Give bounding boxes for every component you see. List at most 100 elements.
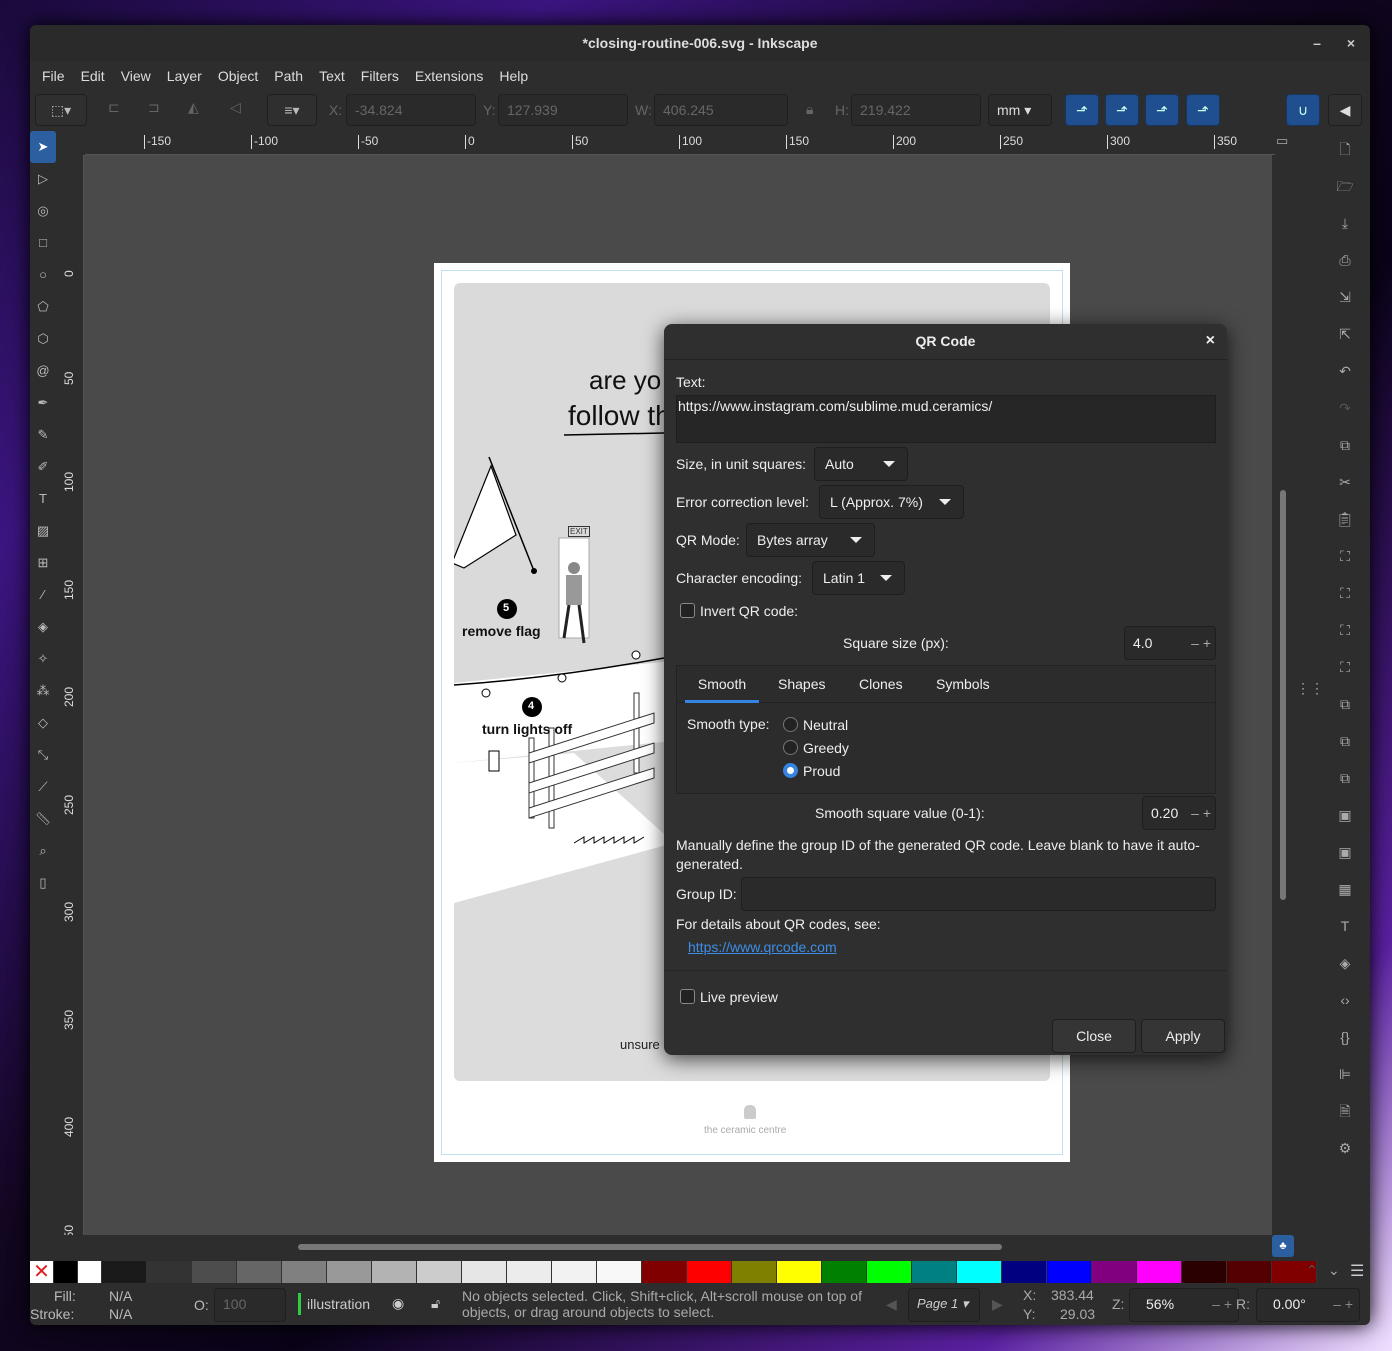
- qr-text-input[interactable]: https://www.instagram.com/sublime.mud.ce…: [676, 395, 1216, 443]
- lock-ratio-icon[interactable]: 🔒︎: [806, 101, 813, 118]
- color-swatch[interactable]: [417, 1261, 462, 1283]
- flip-horizontal-icon[interactable]: ◭: [188, 99, 199, 116]
- height-input[interactable]: 219.422: [851, 94, 981, 126]
- star-tool-icon[interactable]: ⬠: [30, 291, 56, 323]
- color-swatch[interactable]: [687, 1261, 732, 1283]
- ellipse-tool-icon[interactable]: ○: [30, 259, 56, 291]
- mesh-tool-icon[interactable]: ⊞: [30, 547, 56, 579]
- horizontal-ruler[interactable]: -150 -100 -50 0 50 100 150 200 250 300 350: [85, 131, 1275, 155]
- pen-tool-icon[interactable]: ✒: [30, 387, 56, 419]
- text-font-icon[interactable]: T: [1320, 908, 1370, 945]
- palette-scroll-down-icon[interactable]: ⌄: [1328, 1262, 1340, 1279]
- close-window-button[interactable]: ×: [1336, 25, 1366, 61]
- scale-stroke-button[interactable]: ⬏: [1065, 94, 1099, 126]
- color-swatch[interactable]: [372, 1261, 417, 1283]
- zoom-drawing-icon[interactable]: ⛶: [1320, 575, 1370, 612]
- zoom-tool-icon[interactable]: ⌕: [30, 835, 56, 867]
- paint-bucket-icon[interactable]: ◈: [30, 611, 56, 643]
- calligraphy-tool-icon[interactable]: ✐: [30, 451, 56, 483]
- size-dropdown[interactable]: Auto: [814, 447, 908, 481]
- y-input[interactable]: 127.939: [498, 94, 628, 126]
- zoom-selection-icon[interactable]: ⛶: [1320, 538, 1370, 575]
- select-mode-dropdown[interactable]: ⬚▾: [35, 94, 87, 126]
- text-tool-icon[interactable]: T: [30, 483, 56, 515]
- connector-tool-icon[interactable]: ⤡: [30, 739, 56, 771]
- color-swatch[interactable]: [282, 1261, 327, 1283]
- dropper-tool-icon[interactable]: ⁄: [30, 579, 56, 611]
- qrcode-link[interactable]: https://www.qrcode.com: [688, 939, 837, 955]
- fill-stroke-icon[interactable]: ▦: [1320, 871, 1370, 908]
- cut-icon[interactable]: ✂: [1320, 464, 1370, 501]
- palette-scroll-up-icon[interactable]: ⌃: [1306, 1262, 1318, 1279]
- gradient-tool-icon[interactable]: ▨: [30, 515, 56, 547]
- dialog-close-icon[interactable]: ×: [1206, 324, 1215, 358]
- color-swatch[interactable]: [327, 1261, 372, 1283]
- rotation-input[interactable]: 0.00° – +: [1256, 1288, 1360, 1322]
- align-distribute-icon[interactable]: ⊫: [1320, 1056, 1370, 1093]
- layer-visibility-icon[interactable]: ◉: [392, 1295, 404, 1312]
- tab-clones[interactable]: Clones: [859, 666, 903, 702]
- square-size-spinner[interactable]: 4.0– +: [1124, 626, 1216, 660]
- document-properties-icon[interactable]: 🗎︎: [1320, 1093, 1370, 1130]
- measure-tool-icon[interactable]: 📏︎: [30, 803, 56, 835]
- width-input[interactable]: 406.245: [654, 94, 788, 126]
- color-swatch[interactable]: [732, 1261, 777, 1283]
- 3d-box-tool-icon[interactable]: ⬡: [30, 323, 56, 355]
- color-swatch[interactable]: [1227, 1261, 1272, 1283]
- color-swatch[interactable]: [597, 1261, 642, 1283]
- display-mode-icon[interactable]: ▭: [1276, 133, 1288, 149]
- lpe-tool-icon[interactable]: ⟋: [30, 771, 56, 803]
- pages-tool-icon[interactable]: ▯: [30, 867, 56, 899]
- xml-editor-icon[interactable]: ‹›: [1320, 982, 1370, 1019]
- minimize-button[interactable]: –: [1302, 25, 1332, 61]
- color-swatch[interactable]: [642, 1261, 687, 1283]
- x-input[interactable]: -34.824: [346, 94, 476, 126]
- export-icon[interactable]: ⇱: [1320, 316, 1370, 353]
- color-swatch[interactable]: [78, 1261, 102, 1283]
- layer-lock-icon[interactable]: 🔓︎: [431, 1295, 440, 1312]
- encoding-dropdown[interactable]: Latin 1: [812, 561, 905, 595]
- palette-menu-icon[interactable]: ☰: [1350, 1261, 1364, 1281]
- color-swatch[interactable]: [102, 1261, 147, 1283]
- color-swatch[interactable]: [552, 1261, 597, 1283]
- zoom-page-icon[interactable]: ⛶: [1320, 612, 1370, 649]
- import-icon[interactable]: ⇲: [1320, 279, 1370, 316]
- color-swatch[interactable]: [822, 1261, 867, 1283]
- horizontal-scroll-thumb[interactable]: [298, 1244, 1002, 1250]
- zoom-width-icon[interactable]: ⛶: [1320, 649, 1370, 686]
- group-id-input[interactable]: [741, 877, 1216, 911]
- color-swatch[interactable]: [1047, 1261, 1092, 1283]
- tab-shapes[interactable]: Shapes: [778, 666, 825, 702]
- color-swatch[interactable]: [1182, 1261, 1227, 1283]
- flip-vertical-icon[interactable]: ◁: [230, 99, 241, 116]
- scale-corners-button[interactable]: ⬏: [1105, 94, 1139, 126]
- color-swatch[interactable]: [192, 1261, 237, 1283]
- prev-page-icon[interactable]: ◀: [886, 1296, 897, 1313]
- raise-lower-dropdown[interactable]: ≡▾: [267, 94, 317, 126]
- radio-greedy[interactable]: Greedy: [783, 740, 849, 756]
- error-correction-dropdown[interactable]: L (Approx. 7%): [819, 485, 964, 519]
- radio-neutral[interactable]: Neutral: [783, 717, 848, 733]
- menu-path[interactable]: Path: [266, 63, 311, 89]
- pencil-tool-icon[interactable]: ✎: [30, 419, 56, 451]
- color-swatch[interactable]: [507, 1261, 552, 1283]
- zoom-input[interactable]: 56% – +: [1129, 1288, 1239, 1322]
- color-swatch[interactable]: [147, 1261, 192, 1283]
- eraser-tool-icon[interactable]: ◇: [30, 707, 56, 739]
- layers-icon[interactable]: ◈: [1320, 945, 1370, 982]
- rotate-ccw-icon[interactable]: ⊏: [108, 99, 120, 116]
- apply-button[interactable]: Apply: [1141, 1019, 1225, 1053]
- spray-tool-icon[interactable]: ⁂: [30, 675, 56, 707]
- color-swatch[interactable]: [867, 1261, 912, 1283]
- selectors-css-icon[interactable]: {}: [1320, 1019, 1370, 1056]
- node-tool-icon[interactable]: ▷: [30, 163, 56, 195]
- preferences-icon[interactable]: ⚙: [1320, 1130, 1370, 1167]
- color-swatch[interactable]: [462, 1261, 507, 1283]
- vertical-scrollbar[interactable]: [1272, 155, 1294, 1235]
- paste-icon[interactable]: 📋︎: [1320, 501, 1370, 538]
- no-paint-swatch[interactable]: ✕: [30, 1261, 54, 1283]
- tweak-tool-icon[interactable]: ✧: [30, 643, 56, 675]
- spiral-tool-icon[interactable]: @: [30, 355, 56, 387]
- next-page-icon[interactable]: ▶: [992, 1296, 1003, 1313]
- group-icon[interactable]: ▣: [1320, 797, 1370, 834]
